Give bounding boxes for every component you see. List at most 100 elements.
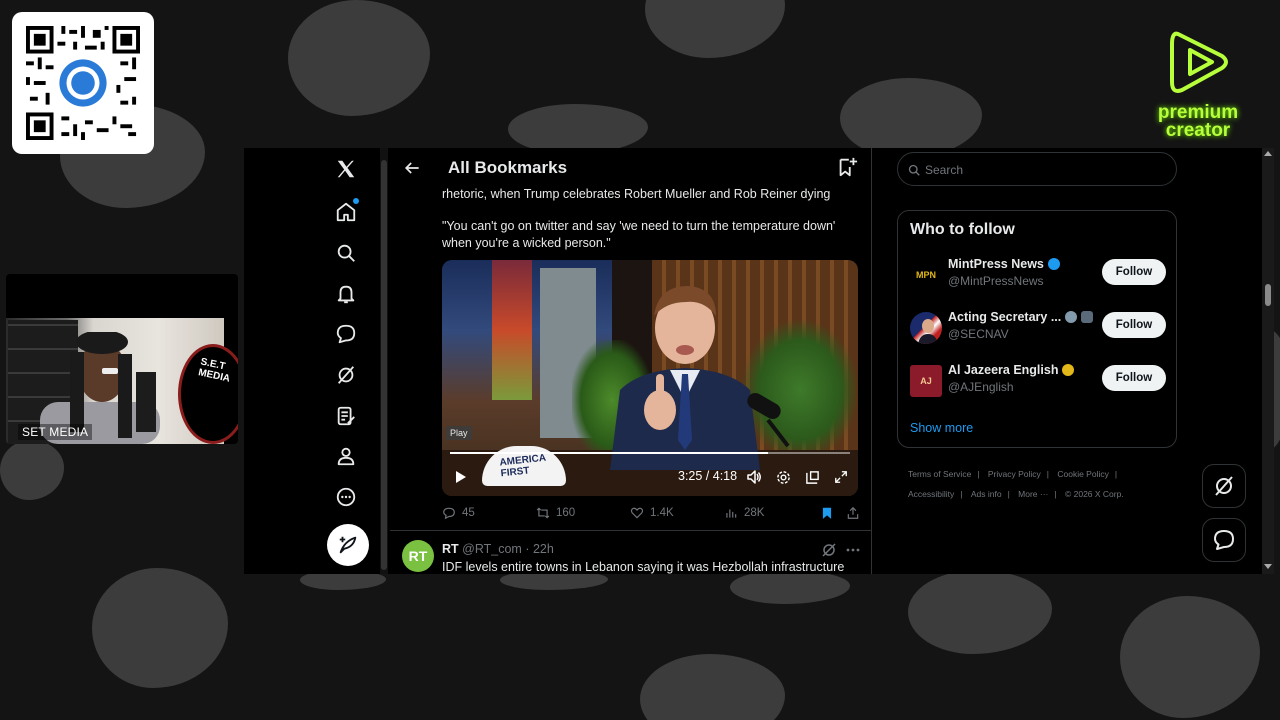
arrow-left-icon[interactable]	[402, 158, 422, 178]
video-hat-text: AMERICA FIRST	[499, 452, 547, 480]
x-app-window: All Bookmarks rhetoric, when Trump celeb…	[244, 148, 1274, 574]
pip-icon[interactable]	[802, 468, 822, 486]
bell-icon[interactable]	[334, 282, 358, 306]
messages-icon	[1214, 530, 1234, 550]
show-more-link[interactable]: Show more	[910, 421, 973, 435]
footer-links: Terms of Service | Privacy Policy | Cookie…	[908, 469, 1124, 499]
volume-icon[interactable]	[744, 468, 764, 486]
follow-suggestion[interactable]: AJ Al Jazeera English @AJEnglish Follow	[910, 361, 1168, 399]
repost-icon	[536, 507, 550, 519]
messages-fab[interactable]	[1202, 518, 1246, 562]
right-sidebar: Search Who to follow MPN MintPress News …	[894, 148, 1184, 574]
suggestion-name: Acting Secretary ...	[948, 310, 1094, 324]
cookie-link[interactable]: Cookie Policy	[1057, 469, 1109, 479]
suggestion-name: MintPress News	[948, 257, 1060, 271]
suggestion-name-text: Al Jazeera English	[948, 363, 1059, 377]
gov-verified-badge-icon	[1065, 311, 1078, 323]
rt-avatar[interactable]: RT	[402, 540, 434, 572]
video-building	[492, 260, 532, 400]
bg-blob	[1120, 596, 1260, 718]
main-scrollbar-thumb[interactable]	[381, 160, 387, 570]
privacy-link[interactable]: Privacy Policy	[988, 469, 1041, 479]
video-microphone	[747, 393, 790, 448]
left-nav	[314, 148, 380, 574]
webcam-overlay: S.E.T MEDIA SET MEDIA	[6, 274, 238, 444]
search-icon[interactable]	[334, 241, 358, 265]
set-media-logo-text: S.E.T MEDIA	[197, 356, 232, 385]
ads-info-link[interactable]: Ads info	[971, 489, 1002, 499]
play-badge: Play	[446, 426, 472, 440]
heart-icon	[630, 507, 644, 519]
verified-badge-icon	[1047, 258, 1060, 270]
video-progress-fill	[450, 452, 768, 454]
follow-suggestion[interactable]: Acting Secretary ... @SECNAV Follow	[910, 308, 1168, 346]
bg-blob	[288, 0, 430, 116]
bg-blob	[730, 570, 850, 604]
video-time: 3:25 / 4:18	[678, 469, 738, 483]
page-title: All Bookmarks	[448, 158, 568, 177]
reply-icon	[443, 507, 455, 520]
play-icon[interactable]	[450, 468, 470, 486]
tweet-video[interactable]: AMERICA FIRST Play 3:25 / 4:18	[442, 260, 858, 496]
premium-creator-badge: premium creator	[1148, 24, 1248, 144]
views-chart-icon	[726, 509, 737, 518]
follow-button[interactable]: Follow	[1102, 365, 1166, 391]
rt-name[interactable]: RT	[442, 542, 459, 556]
add-folder-icon[interactable]	[836, 156, 858, 178]
search-icon	[908, 164, 920, 176]
creator-text: creator	[1165, 120, 1231, 141]
like-button[interactable]: 1.4K	[630, 504, 674, 522]
video-progress-bar[interactable]	[450, 452, 850, 454]
repost-button[interactable]: 160	[536, 504, 575, 522]
page-scrollbar[interactable]	[1262, 148, 1274, 574]
bg-blob	[908, 570, 1052, 654]
bookmark-filled-icon	[822, 507, 832, 519]
rt-tweet-text: IDF levels entire towns in Lebanon sayin…	[442, 560, 845, 574]
settings-gear-icon[interactable]	[773, 468, 793, 486]
like-count: 1.4K	[650, 507, 674, 519]
more-link[interactable]: More ···	[1018, 489, 1048, 499]
terms-link[interactable]: Terms of Service	[908, 469, 971, 479]
fullscreen-icon[interactable]	[831, 468, 851, 486]
aljazeera-avatar: AJ	[910, 365, 942, 397]
post-button[interactable]	[327, 524, 369, 566]
play-badge-icon	[1170, 31, 1228, 93]
tweet-text-line: "You can't go on twitter and say 'we nee…	[442, 219, 836, 233]
home-icon[interactable]	[334, 198, 359, 224]
grok-fab[interactable]	[1202, 464, 1246, 508]
more-icon[interactable]	[334, 485, 358, 509]
scroll-up-icon[interactable]	[1262, 148, 1274, 158]
suggestion-name-text: MintPress News	[948, 257, 1044, 271]
follow-button[interactable]: Follow	[1102, 312, 1166, 338]
who-to-follow-title: Who to follow	[910, 221, 1015, 238]
grok-icon[interactable]	[334, 363, 358, 387]
follow-suggestion[interactable]: MPN MintPress News @MintPressNews Follow	[910, 255, 1168, 293]
screen: S.E.T MEDIA SET MEDIA premium creator Al…	[0, 0, 1280, 720]
share-button[interactable]	[846, 504, 860, 522]
repost-count: 160	[556, 507, 576, 519]
qr-code	[12, 12, 154, 154]
reply-button[interactable]: 45	[442, 504, 475, 522]
bg-blob	[840, 78, 982, 158]
bookmark-button[interactable]	[820, 504, 834, 522]
secnav-avatar	[910, 312, 942, 344]
suggestion-handle: @SECNAV	[948, 327, 1009, 341]
grok-icon	[1215, 476, 1233, 496]
accessibility-link[interactable]: Accessibility	[908, 489, 954, 499]
search-input[interactable]: Search	[897, 152, 1177, 186]
follow-button[interactable]: Follow	[1102, 259, 1166, 285]
bookmarks-column: All Bookmarks rhetoric, when Trump celeb…	[390, 148, 872, 574]
page-scrollbar-thumb[interactable]	[1265, 284, 1271, 306]
views-button[interactable]: 28K	[724, 504, 764, 522]
main-scrollbar[interactable]	[380, 148, 388, 574]
scroll-down-icon[interactable]	[1262, 562, 1274, 572]
profile-icon[interactable]	[334, 444, 358, 468]
grok-and-more-icons[interactable]	[822, 542, 862, 558]
suggestion-handle: @AJEnglish	[948, 380, 1014, 394]
lists-icon[interactable]	[334, 404, 358, 428]
tweet-text-line: rhetoric, when Trump celebrates Robert M…	[442, 187, 831, 201]
messages-icon[interactable]	[334, 322, 358, 346]
x-logo-icon[interactable]	[334, 157, 358, 181]
webcam-label: SET MEDIA	[18, 424, 93, 440]
bg-blob	[508, 104, 648, 154]
